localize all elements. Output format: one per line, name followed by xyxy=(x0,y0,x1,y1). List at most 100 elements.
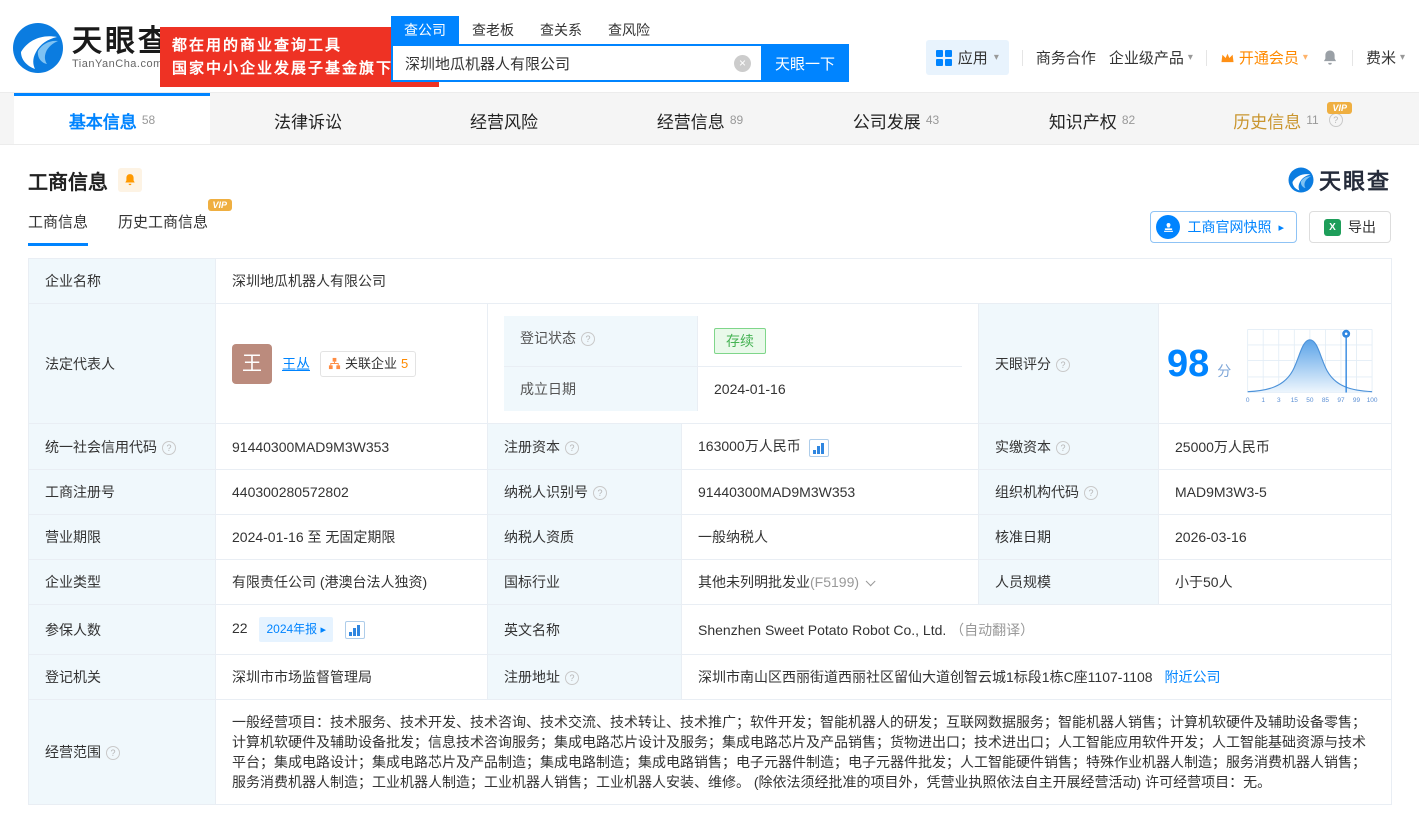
subtab-business-info[interactable]: 工商信息 xyxy=(28,211,89,246)
help-icon[interactable]: ? xyxy=(581,332,595,346)
annual-report-badge[interactable]: 2024年报 ▸ xyxy=(259,617,334,642)
table-row: 企业名称 深圳地瓜机器人有限公司 xyxy=(28,258,1393,304)
search-button[interactable]: 天眼一下 xyxy=(761,44,849,82)
score-unit: 分 xyxy=(1217,362,1232,379)
search-area: 查公司 查老板 查关系 查风险 × 天眼一下 xyxy=(391,16,849,82)
reg-number-value: 440300280572802 xyxy=(215,469,488,515)
insured-label: 参保人数 xyxy=(28,604,216,655)
tab-intellectual-property[interactable]: 知识产权 82 xyxy=(994,93,1190,144)
export-button[interactable]: X 导出 xyxy=(1309,211,1391,243)
company-name-label: 企业名称 xyxy=(28,258,216,304)
nav-open-vip[interactable]: 开通会员 ▾ xyxy=(1220,47,1308,68)
subscribe-bell-button[interactable] xyxy=(118,168,142,192)
bell-icon xyxy=(125,174,135,186)
tab-legal-litigation[interactable]: 法律诉讼 xyxy=(210,93,406,144)
tab-operating-info[interactable]: 经营信息 89 xyxy=(602,93,798,144)
auto-translate-note: （自动翻译） xyxy=(950,621,1035,638)
site-header: 天眼查 TianYanCha.com 都在用的商业查询工具 国家中小企业发展子基… xyxy=(0,0,1419,92)
site-logo[interactable]: 天眼查 TianYanCha.com xyxy=(12,22,171,74)
tab-company-development[interactable]: 公司发展 43 xyxy=(798,93,994,144)
help-icon[interactable]: ? xyxy=(565,440,579,455)
apps-menu[interactable]: 应用 ▾ xyxy=(925,40,1009,75)
legal-rep-link[interactable]: 王丛 xyxy=(282,354,310,374)
search-tab-relation[interactable]: 查关系 xyxy=(527,16,595,44)
search-tab-risk[interactable]: 查风险 xyxy=(595,16,663,44)
company-tabbar: 基本信息 58 法律诉讼 经营风险 经营信息 89 公司发展 43 知识产权 82 VI… xyxy=(0,92,1419,145)
reg-status-label: 登记状态? xyxy=(504,316,698,367)
tianyancha-logo-icon xyxy=(1288,167,1314,193)
help-icon[interactable]: ? xyxy=(1056,357,1070,372)
taxpayer-id-label: 纳税人识别号? xyxy=(487,469,682,515)
svg-text:99: 99 xyxy=(1353,397,1361,404)
divider xyxy=(1351,49,1353,66)
table-row: 营业期限 2024-01-16 至 无固定期限 纳税人资质 一般纳税人 核准日期… xyxy=(28,514,1393,560)
chevron-down-icon[interactable] xyxy=(865,576,876,587)
org-structure-icon xyxy=(328,357,341,370)
nav-cooperation[interactable]: 商务合作 xyxy=(1036,47,1096,68)
establish-date-value: 2024-01-16 xyxy=(714,381,786,397)
help-icon[interactable]: ? xyxy=(565,671,579,685)
watermark-text: 天眼查 xyxy=(1318,169,1391,194)
clear-icon[interactable]: × xyxy=(734,54,751,72)
score-cell[interactable]: 98 分 0 1 3 15 50 85 97 99 100 xyxy=(1157,303,1393,424)
search-input[interactable] xyxy=(393,54,734,72)
stamp-icon xyxy=(1156,215,1181,239)
username: 费米 xyxy=(1365,50,1396,67)
apps-grid-icon xyxy=(935,49,952,66)
related-companies-button[interactable]: 关联企业 5 xyxy=(320,350,417,377)
help-icon[interactable]: ? xyxy=(162,440,176,455)
help-icon[interactable]: ? xyxy=(1056,440,1070,455)
subtab-row: 工商信息 VIP 历史工商信息 工商官网快照 ▸ X 导出 xyxy=(28,199,1391,246)
tianyancha-logo-icon xyxy=(13,23,63,73)
insured-cell: 22 2024年报 ▸ xyxy=(215,604,488,655)
legal-rep-cell: 王 王丛 关联企业 5 xyxy=(215,303,488,424)
watermark-logo: 天眼查 xyxy=(1288,164,1391,196)
tab-history-info[interactable]: VIP 历史信息 11 ? xyxy=(1190,93,1386,144)
logo-title: 天眼查 xyxy=(72,25,171,58)
official-snapshot-button[interactable]: 工商官网快照 ▸ xyxy=(1150,211,1297,243)
top-nav: 应用 ▾ 商务合作 企业级产品 ▾ 开通会员 ▾ 费米 ▾ xyxy=(925,40,1405,75)
taxpayer-id-value: 91440300MAD9M3W353 xyxy=(681,469,979,515)
org-code-value: MAD9M3W3-5 xyxy=(1157,469,1393,515)
business-term-value: 2024-01-16 至 无固定期限 xyxy=(215,514,488,560)
insured-count: 22 xyxy=(232,620,248,636)
company-type-label: 企业类型 xyxy=(28,559,216,605)
subtab-history-business-info[interactable]: VIP 历史工商信息 xyxy=(118,199,233,246)
excel-icon: X xyxy=(1324,218,1341,236)
paid-capital-value: 25000万人民币 xyxy=(1157,423,1393,470)
paid-capital-label: 实缴资本? xyxy=(978,423,1159,470)
capital-chart-icon[interactable] xyxy=(808,439,829,457)
svg-text:3: 3 xyxy=(1277,397,1281,404)
address-label: 注册地址? xyxy=(487,654,682,700)
apps-label: 应用 xyxy=(957,50,988,67)
reg-capital-label: 注册资本? xyxy=(487,423,682,470)
reg-capital-cell: 163000万人民币 xyxy=(681,423,979,470)
industry-label: 国标行业 xyxy=(487,559,682,605)
reg-capital-value: 163000万人民币 xyxy=(698,438,801,454)
user-menu[interactable]: 费米 ▾ xyxy=(1366,47,1405,68)
help-icon[interactable]: ? xyxy=(106,746,120,760)
avatar[interactable]: 王 xyxy=(232,343,272,384)
nearby-companies-link[interactable]: 附近公司 xyxy=(1164,669,1220,685)
business-scope-value: 一般经营项目：技术服务、技术开发、技术咨询、技术交流、技术转让、技术推广；软件开… xyxy=(214,699,1393,805)
divider xyxy=(1021,49,1023,66)
insured-chart-icon[interactable] xyxy=(344,621,365,639)
search-tab-boss[interactable]: 查老板 xyxy=(459,16,527,44)
tab-basic-info[interactable]: 基本信息 58 xyxy=(14,93,210,144)
notifications-bell[interactable] xyxy=(1321,49,1339,67)
company-name-value: 深圳地瓜机器人有限公司 xyxy=(214,258,1393,304)
nav-enterprise-products[interactable]: 企业级产品 ▾ xyxy=(1109,47,1193,68)
help-icon[interactable]: ? xyxy=(1084,486,1098,500)
tab-operating-risk[interactable]: 经营风险 xyxy=(406,93,602,144)
business-scope-label: 经营范围? xyxy=(28,699,216,805)
table-row: 统一社会信用代码? 91440300MAD9M3W353 注册资本? 16300… xyxy=(28,423,1393,470)
help-icon[interactable]: ? xyxy=(1328,113,1343,127)
svg-text:100: 100 xyxy=(1367,397,1378,404)
staff-size-label: 人员规模 xyxy=(978,559,1159,605)
svg-text:15: 15 xyxy=(1291,397,1299,404)
bell-icon xyxy=(1323,49,1337,65)
chevron-down-icon: ▾ xyxy=(993,52,999,63)
search-tab-company[interactable]: 查公司 xyxy=(391,16,459,44)
help-icon[interactable]: ? xyxy=(593,486,607,500)
establish-date-label: 成立日期 xyxy=(504,367,698,411)
